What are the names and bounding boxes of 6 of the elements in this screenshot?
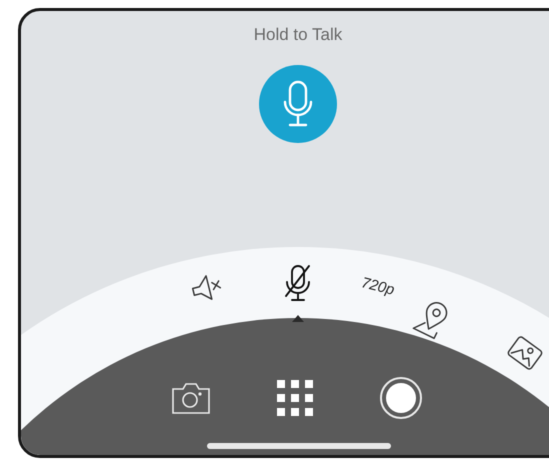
record-button[interactable] <box>379 376 423 420</box>
camera-icon[interactable] <box>171 381 211 415</box>
app-grid-icon[interactable] <box>275 378 315 418</box>
hold-to-talk-label: Hold to Talk <box>254 25 342 45</box>
microphone-icon <box>283 80 313 128</box>
resolution-option[interactable]: 720p <box>354 271 402 315</box>
